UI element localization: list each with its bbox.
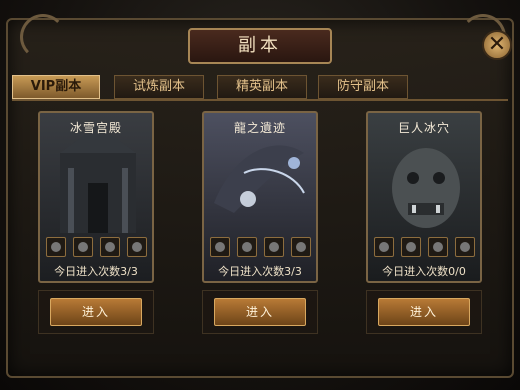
reward-slot[interactable]: [428, 237, 448, 257]
dungeon-name: 冰雪宫殿: [69, 121, 122, 135]
enter-button[interactable]: 进入: [50, 298, 142, 326]
reward-slot[interactable]: [264, 237, 284, 257]
reward-slot[interactable]: [127, 237, 147, 257]
dungeon-name: 龍之遺迹: [233, 121, 286, 135]
reward-slot[interactable]: [237, 237, 257, 257]
reward-slot[interactable]: [73, 237, 93, 257]
reward-slot[interactable]: [210, 237, 230, 257]
dungeon-card-dragon-ruins[interactable]: 龍之遺迹 今日进入次数3/3: [202, 111, 318, 283]
reward-slots: [374, 237, 478, 257]
reward-slot[interactable]: [401, 237, 421, 257]
tab-trial[interactable]: 试炼副本: [114, 75, 204, 99]
dungeon-card-giant-ice-cave[interactable]: 巨人冰穴 今日进入次数0/0: [366, 111, 482, 283]
reward-slot[interactable]: [374, 237, 394, 257]
reward-slot[interactable]: [455, 237, 475, 257]
enter-button[interactable]: 进入: [378, 298, 470, 326]
reward-slot[interactable]: [291, 237, 311, 257]
dungeon-card-ice-palace[interactable]: 冰雪宫殿 今日进入次数3/3: [38, 111, 154, 283]
tab-defense[interactable]: 防守副本: [318, 75, 408, 99]
tab-vip[interactable]: VIP副本: [12, 75, 100, 99]
reward-slots: [46, 237, 150, 257]
entry-count: 今日进入次数0/0: [382, 265, 466, 278]
left-horn-ornament: [20, 14, 66, 60]
dungeon-name: 巨人冰穴: [397, 121, 450, 135]
tab-divider: [12, 99, 508, 101]
reward-slot[interactable]: [100, 237, 120, 257]
close-icon[interactable]: ✕: [482, 30, 512, 60]
tab-elite[interactable]: 精英副本: [217, 75, 307, 99]
window-title: 副本: [188, 28, 332, 64]
entry-count: 今日进入次数3/3: [54, 265, 138, 278]
enter-button[interactable]: 进入: [214, 298, 306, 326]
reward-slots: [210, 237, 314, 257]
reward-slot[interactable]: [46, 237, 66, 257]
entry-count: 今日进入次数3/3: [218, 265, 302, 278]
